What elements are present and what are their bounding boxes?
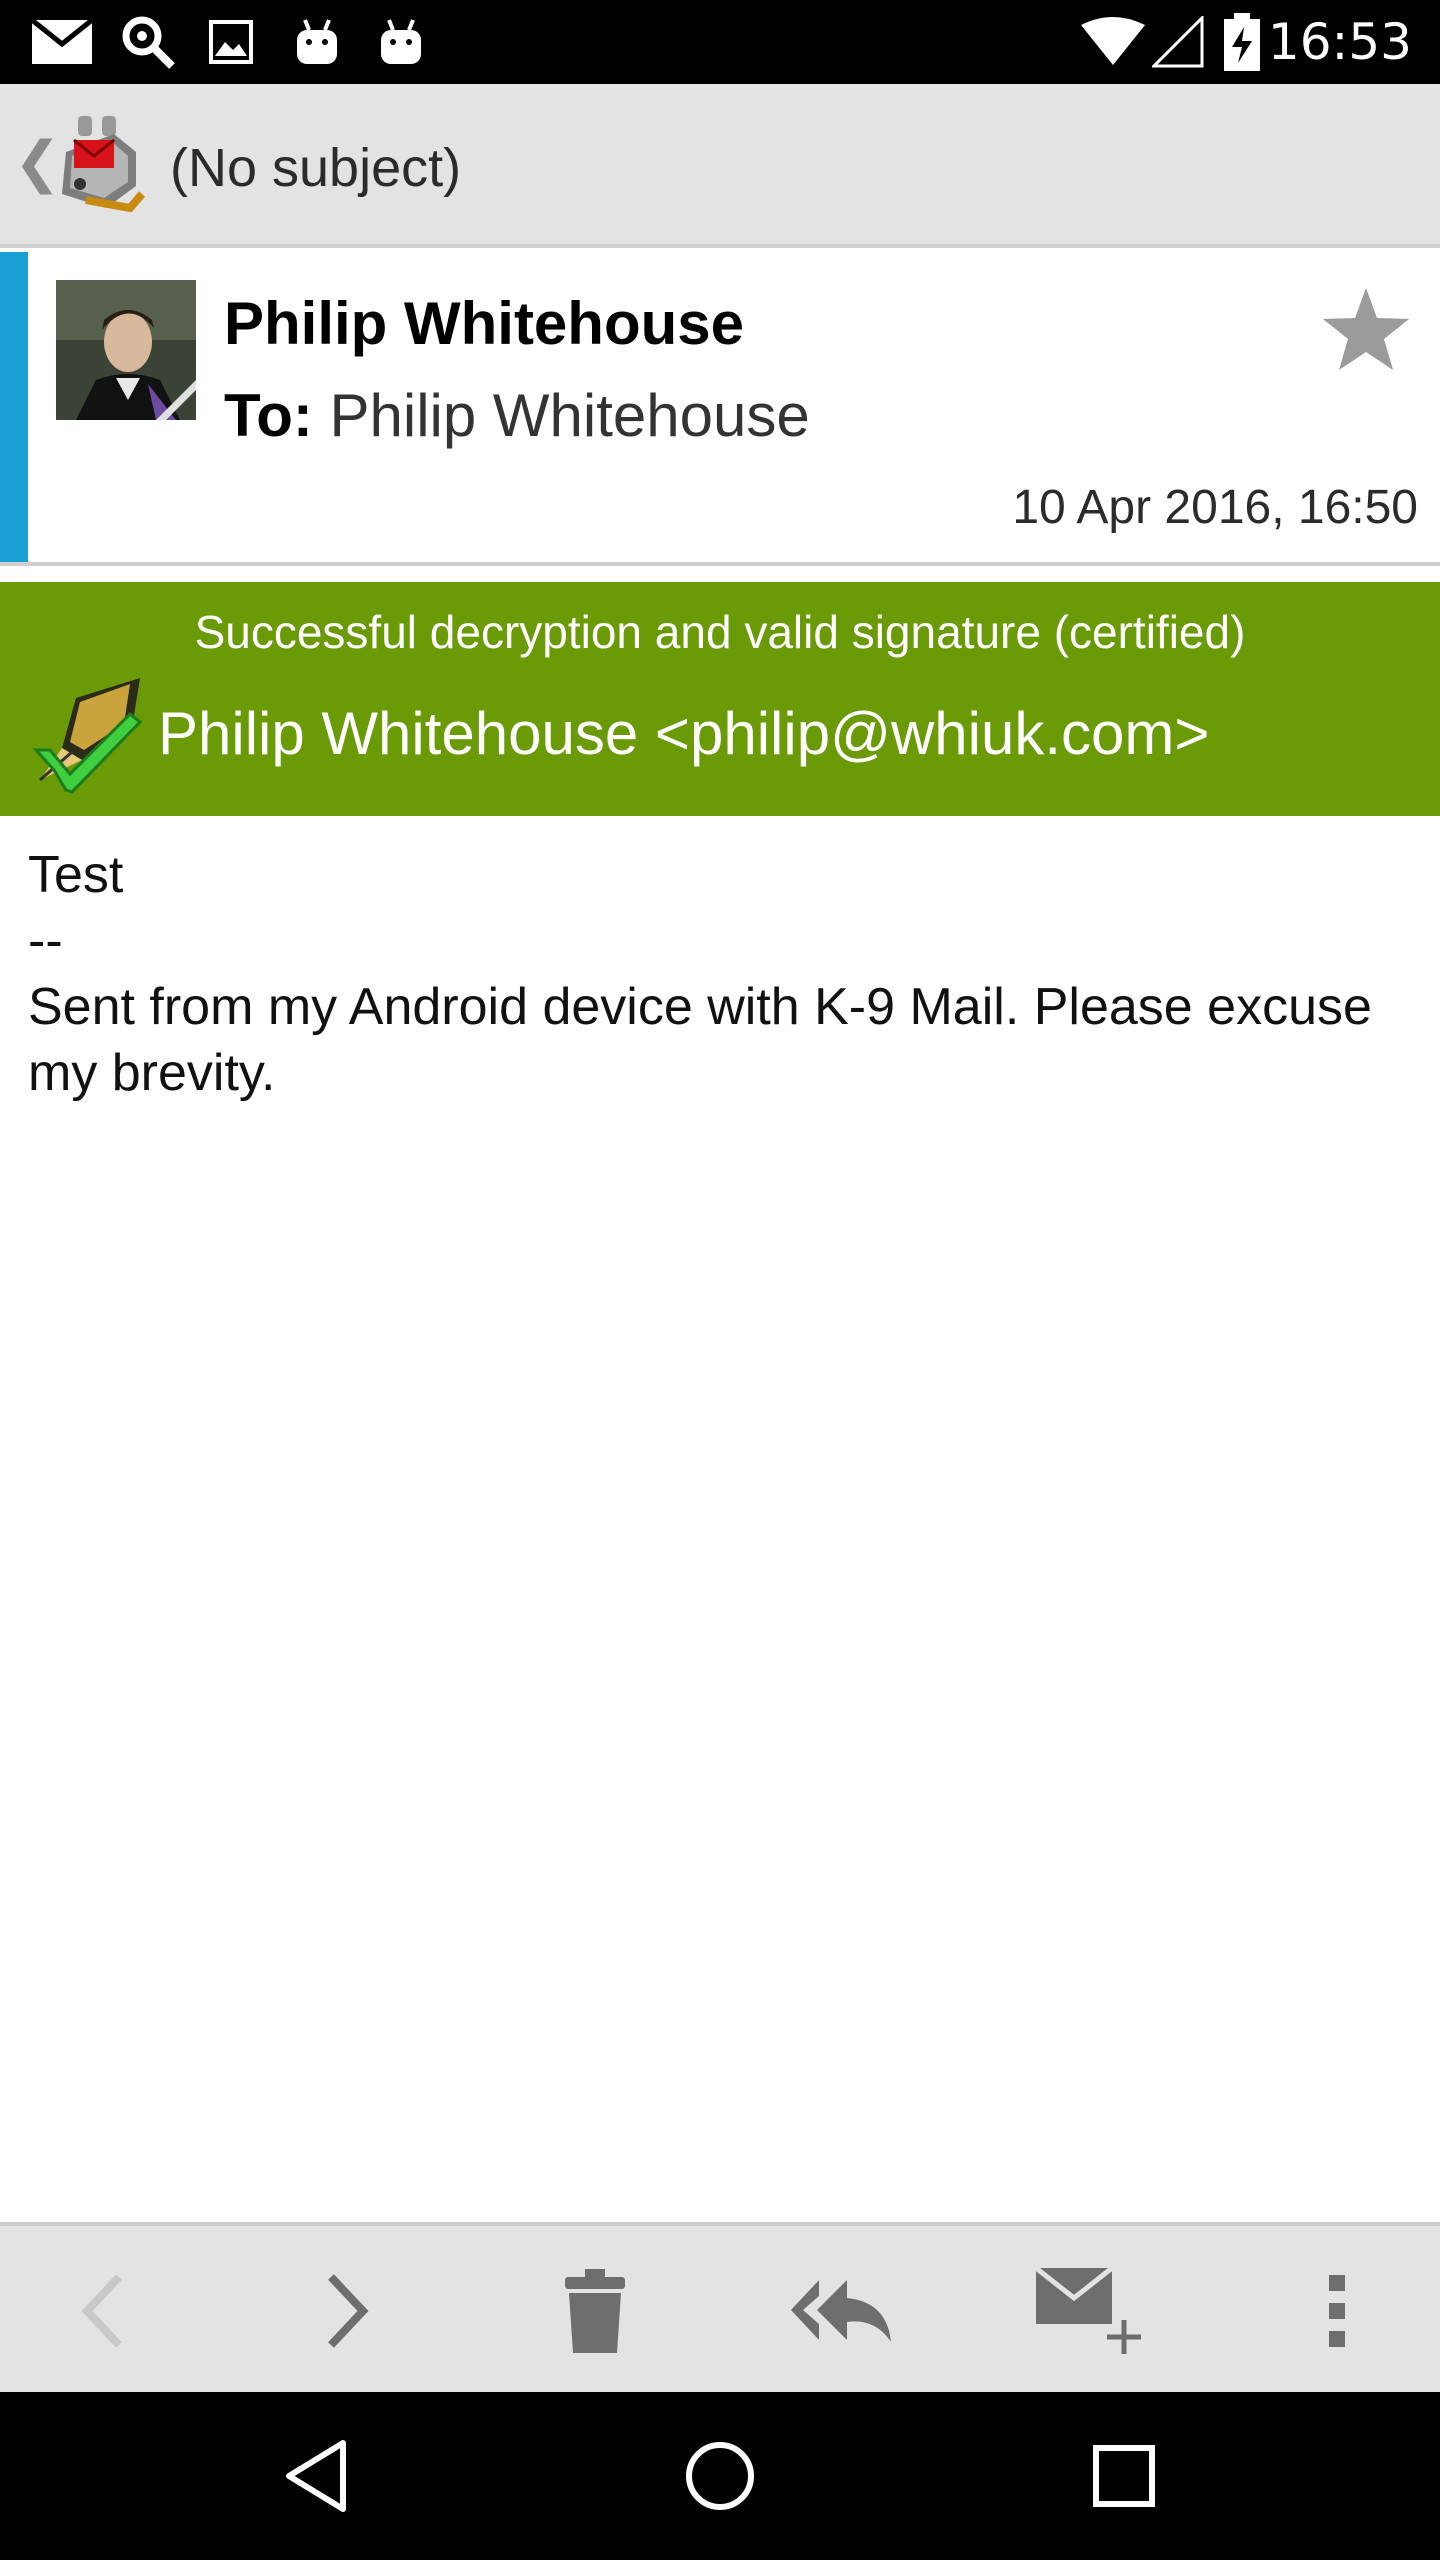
mail-icon (30, 14, 94, 70)
account-color-chip (0, 252, 28, 562)
k9-mail-logo[interactable] (56, 112, 152, 216)
to-label: To: (224, 382, 313, 449)
android-icon (292, 14, 342, 70)
sender-name[interactable]: Philip Whitehouse (224, 288, 744, 360)
crypto-status-banner[interactable]: Successful decryption and valid signatur… (0, 582, 1440, 816)
status-bar: 16:53 (0, 0, 1440, 84)
compose-icon[interactable] (1030, 2256, 1150, 2366)
key-search-icon (118, 14, 178, 70)
recipient-line[interactable]: To: Philip Whitehouse (224, 380, 810, 452)
crypto-status-text: Successful decryption and valid signatur… (194, 606, 1246, 658)
reply-all-icon[interactable] (786, 2256, 896, 2366)
body-line: Test (28, 846, 124, 904)
signer-identity: Philip Whitehouse <philip@whiuk.com> (158, 700, 1210, 767)
signature-text: Sent from my Android device with K-9 Mai… (28, 978, 1387, 1102)
next-icon[interactable] (292, 2256, 402, 2366)
back-icon[interactable] (266, 2426, 366, 2526)
action-bar: ❮ (No subject) (0, 84, 1440, 248)
message-header: Philip Whitehouse To: Philip Whitehouse … (0, 252, 1440, 566)
page-title: (No subject) (170, 138, 462, 198)
wifi-icon (1080, 14, 1146, 70)
overflow-menu-icon[interactable] (1282, 2256, 1392, 2366)
recents-icon[interactable] (1074, 2426, 1174, 2526)
clock: 16:53 (1267, 13, 1412, 71)
signal-icon (1150, 14, 1206, 70)
navigation-bar (0, 2392, 1440, 2560)
image-icon (206, 14, 256, 70)
message-date: 10 Apr 2016, 16:50 (1012, 481, 1418, 534)
delete-icon[interactable] (540, 2256, 650, 2366)
message-body: Test -- Sent from my Android device with… (28, 842, 1408, 1106)
battery-charging-icon (1222, 13, 1262, 71)
star-icon[interactable] (1320, 284, 1412, 376)
signature-separator: -- (28, 912, 63, 970)
up-chevron-icon[interactable]: ❮ (14, 130, 61, 194)
android-icon (376, 14, 426, 70)
home-icon[interactable] (670, 2426, 770, 2526)
recipient-name: Philip Whitehouse (329, 382, 810, 449)
signature-verified-icon (22, 678, 143, 798)
message-toolbar (0, 2222, 1440, 2392)
avatar[interactable] (56, 280, 196, 420)
previous-icon[interactable] (48, 2256, 158, 2366)
